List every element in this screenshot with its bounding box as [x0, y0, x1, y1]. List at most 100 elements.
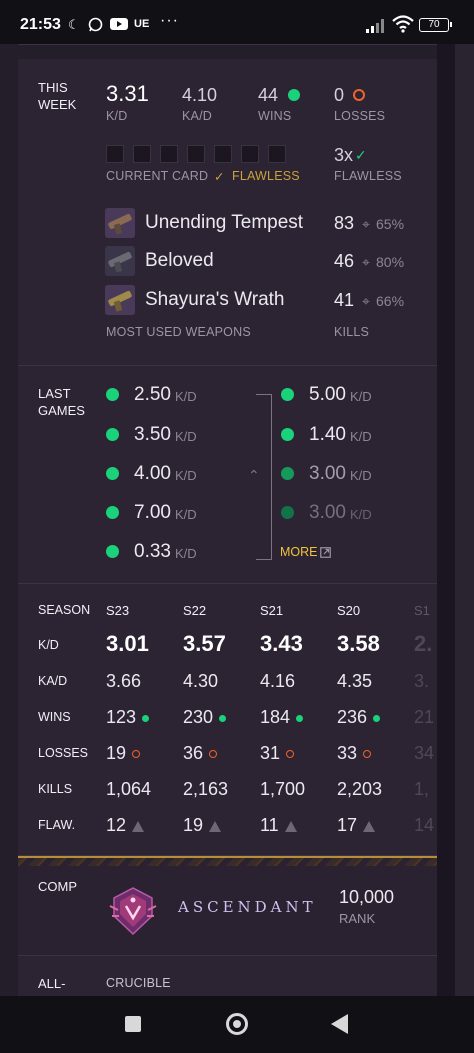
- card-slot: [106, 145, 124, 163]
- game-kd: 5.00: [309, 384, 346, 405]
- kd-unit: K/D: [350, 507, 372, 522]
- season-column-header[interactable]: S1: [414, 603, 430, 618]
- recents-button[interactable]: [125, 1016, 141, 1032]
- season-flawless-value: 17: [337, 815, 358, 835]
- game-kd: 7.00: [134, 502, 171, 523]
- back-button[interactable]: [331, 1014, 348, 1034]
- season-wins-value: 123: [106, 707, 137, 727]
- season-label: SEASON: [38, 603, 91, 617]
- row-label: LOSSES: [38, 746, 89, 760]
- more-games-link[interactable]: MORE: [280, 545, 318, 559]
- season-kad: 3.66: [106, 671, 142, 691]
- game-kd: 1.40: [309, 424, 346, 445]
- flawless-label: FLAWLESS: [334, 169, 402, 183]
- win-dot-icon: [142, 714, 150, 722]
- flawless-check-icon: ✓: [214, 170, 225, 184]
- season-kills: 1,064: [106, 779, 152, 799]
- win-dot-icon: [296, 714, 304, 722]
- previous-card-edge[interactable]: [0, 44, 18, 996]
- flawless-check-icon: ✓: [355, 147, 367, 163]
- season-wins-value: 21: [414, 707, 435, 727]
- season-losses: 31: [260, 743, 295, 764]
- comp-card: COMP ASCENDANT 10,000 RANK: [18, 855, 437, 955]
- win-dot-icon: [288, 89, 300, 101]
- last-games-label: LAST GAMES: [38, 386, 85, 418]
- season-losses-value: 33: [337, 743, 358, 763]
- season-column-header[interactable]: S22: [183, 603, 206, 618]
- rank-name: ASCENDANT: [178, 898, 317, 916]
- win-dot-icon: [106, 467, 119, 480]
- game-kd: 3.50: [134, 424, 171, 445]
- crucible-label: CRUCIBLE: [106, 976, 171, 990]
- triangle-icon: [132, 820, 145, 832]
- home-button[interactable]: [226, 1013, 248, 1035]
- week-kad-label: KA/D: [182, 109, 212, 123]
- weapon-precision: 66%: [376, 293, 405, 309]
- kills-label: KILLS: [334, 325, 370, 339]
- carrier-tag: UE: [134, 18, 150, 30]
- season-wins: 230: [183, 707, 227, 728]
- row-label: K/D: [38, 638, 59, 652]
- week-kd-value: 3.31: [106, 81, 149, 106]
- status-bar: 21:53 ☾ UE ··· 70: [0, 0, 474, 44]
- season-kad: 3.: [414, 671, 430, 691]
- season-wins: 236: [337, 707, 381, 728]
- season-kd: 3.57: [183, 631, 226, 656]
- loss-ring-icon: [363, 750, 372, 759]
- season-card: SEASON S23 S22 S21 S20 S1 K/D 3.01 3.57 …: [18, 583, 437, 855]
- triangle-icon: [284, 820, 297, 832]
- current-card-label: CURRENT CARD: [106, 169, 209, 183]
- weapon-name[interactable]: Shayura's Wrath: [145, 289, 285, 311]
- season-kd: 3.43: [260, 631, 303, 656]
- card-slot: [133, 145, 151, 163]
- game-kd: 4.00: [134, 463, 171, 484]
- season-losses-value: 19: [106, 743, 127, 763]
- row-label: KILLS: [38, 782, 73, 796]
- week-wins-label: WINS: [258, 109, 292, 123]
- wifi-icon: [392, 15, 414, 33]
- season-flawless-value: 14: [414, 815, 435, 835]
- weapon-icon: [105, 285, 135, 315]
- win-dot-icon: [106, 545, 119, 558]
- weapon-name[interactable]: Beloved: [145, 250, 214, 272]
- kd-unit: K/D: [175, 389, 197, 404]
- season-kad: 4.30: [183, 671, 219, 691]
- loss-ring-icon: [209, 750, 218, 759]
- next-card-edge[interactable]: [437, 44, 474, 996]
- win-dot-icon: [106, 428, 119, 441]
- win-dot-icon: [281, 467, 294, 480]
- season-flawless-value: 12: [106, 815, 127, 835]
- comp-label: COMP: [38, 879, 77, 894]
- clock: 21:53: [20, 16, 61, 33]
- card-slot: [187, 145, 205, 163]
- season-losses: 33: [337, 743, 372, 764]
- season-kad: 4.35: [337, 671, 373, 691]
- season-column-header[interactable]: S23: [106, 603, 129, 618]
- weapon-name[interactable]: Unending Tempest: [145, 212, 303, 234]
- win-dot-icon: [281, 388, 294, 401]
- triangle-icon: [363, 820, 376, 832]
- this-week-label: THIS WEEK: [38, 80, 77, 112]
- season-wins: 184: [260, 707, 304, 728]
- loss-ring-icon: [132, 750, 141, 759]
- season-wins: 123: [106, 707, 150, 728]
- season-losses: 19: [106, 743, 141, 764]
- win-dot-icon: [219, 714, 227, 722]
- signal-icon: [366, 19, 384, 33]
- season-column-header[interactable]: S21: [260, 603, 283, 618]
- win-dot-icon: [106, 506, 119, 519]
- season-flawless-value: 19: [183, 815, 204, 835]
- week-wins-value: 44: [258, 85, 279, 105]
- card-slot: [214, 145, 232, 163]
- external-link-icon[interactable]: [320, 547, 331, 558]
- season-column-header[interactable]: S20: [337, 603, 360, 618]
- season-kills: 1,: [414, 779, 430, 799]
- season-flawless: 19: [183, 815, 222, 836]
- comp-header-band: [18, 856, 437, 866]
- whatsapp-icon: [88, 17, 103, 35]
- weapon-precision: 80%: [376, 254, 405, 270]
- precision-icon: ⌖: [362, 216, 370, 232]
- weapon-icon: [105, 208, 135, 238]
- season-kd: 3.01: [106, 631, 149, 656]
- season-losses-value: 36: [183, 743, 204, 763]
